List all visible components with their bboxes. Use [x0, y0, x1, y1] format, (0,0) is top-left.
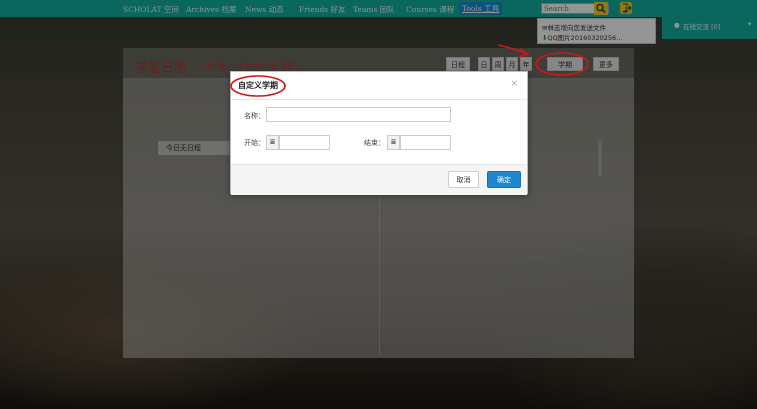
title-highlight-circle: [230, 75, 286, 97]
button-highlight-circle: [535, 52, 589, 76]
arrow-line: [497, 44, 529, 55]
red-annotation-marks: [230, 44, 589, 97]
